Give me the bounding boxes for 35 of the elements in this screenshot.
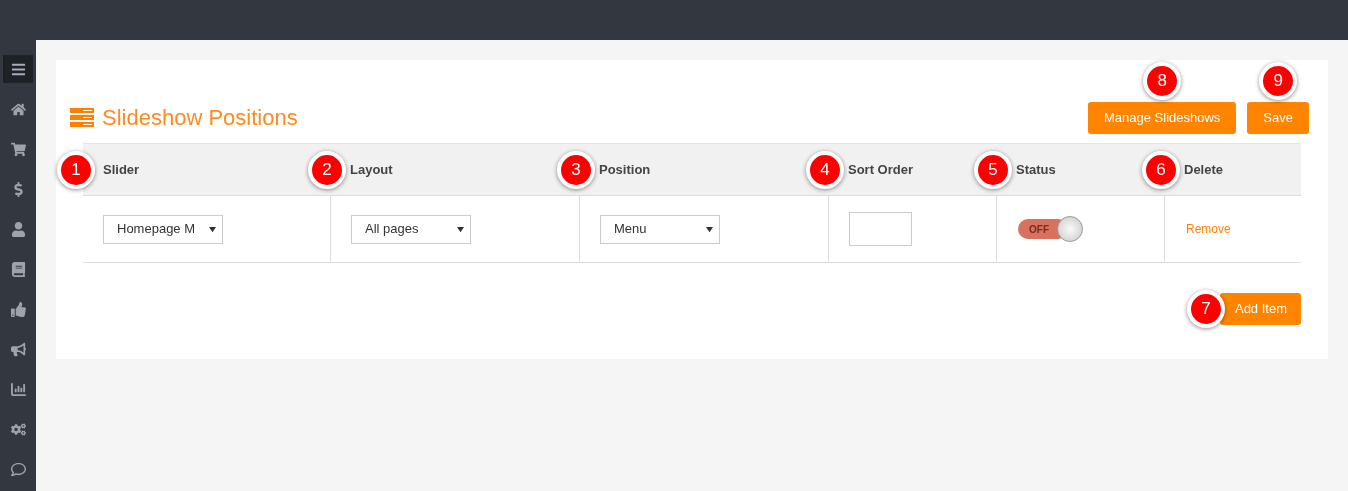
bar-chart-icon [10, 381, 26, 397]
add-item-button[interactable]: Add Item [1219, 293, 1301, 325]
user-icon [10, 221, 26, 237]
bullhorn-icon [10, 341, 26, 357]
column-header: Delete [1184, 160, 1224, 179]
caret-icon [457, 225, 464, 233]
column-header: Layout [350, 160, 393, 179]
list-icon [70, 108, 94, 127]
column-header: Sort Order [848, 160, 913, 179]
sort-order-field[interactable] [849, 212, 912, 246]
sidebar-item[interactable] [3, 55, 33, 83]
callout-marker: 6 [1142, 151, 1180, 189]
speech-bubble-icon [10, 461, 26, 477]
callout-marker: 4 [806, 151, 844, 189]
thumbs-up-icon [10, 301, 26, 317]
dropdown[interactable]: Homepage M [103, 214, 223, 244]
action-button[interactable]: Manage Slideshows [1088, 101, 1237, 134]
action-button[interactable]: Save [1247, 101, 1309, 134]
gears-icon [10, 421, 26, 437]
remove-link[interactable]: Remove [1186, 220, 1231, 238]
caret-icon [706, 225, 713, 233]
cart-icon [10, 141, 26, 157]
page-title: Slideshow Positions [102, 104, 298, 132]
home-icon [10, 101, 26, 117]
callout-marker: 2 [308, 151, 346, 189]
callout-marker: 3 [557, 151, 595, 189]
book-icon [10, 261, 26, 277]
column-header: Status [1016, 160, 1056, 179]
menu-icon [10, 61, 26, 77]
dropdown[interactable]: Menu [600, 214, 720, 244]
caret-icon [209, 225, 216, 233]
dropdown[interactable]: All pages [351, 214, 471, 244]
column-header: Slider [103, 160, 140, 179]
column-header: Position [599, 160, 651, 179]
callout-marker: 5 [974, 151, 1012, 189]
